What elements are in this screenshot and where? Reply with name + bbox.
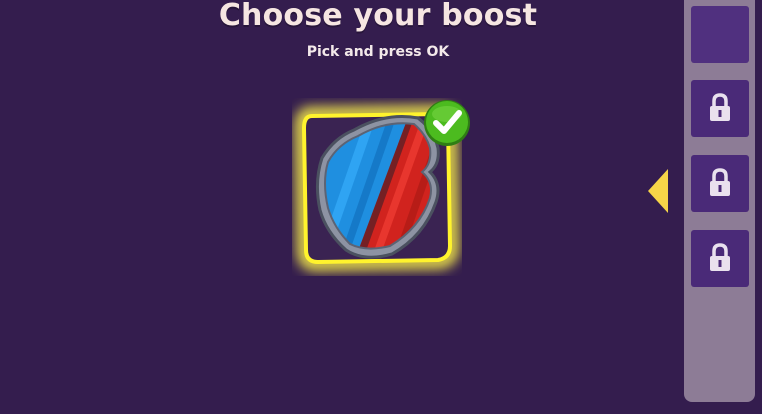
boost-option-shield[interactable] bbox=[294, 100, 470, 272]
lock-icon bbox=[710, 168, 730, 196]
boost-slot-3-locked[interactable] bbox=[691, 155, 749, 212]
boost-slot-4-locked[interactable] bbox=[691, 230, 749, 287]
arrow-left-icon[interactable] bbox=[646, 167, 670, 215]
page-title: Choose your boost bbox=[218, 0, 538, 33]
lock-icon bbox=[710, 93, 730, 121]
page-subtitle: Pick and press OK bbox=[306, 44, 450, 60]
boost-selection-screen: Choose your boost Pick and press OK bbox=[0, 0, 762, 414]
boost-slot-2-locked[interactable] bbox=[691, 80, 749, 137]
boost-slot-1[interactable] bbox=[691, 6, 749, 63]
lock-icon bbox=[710, 243, 730, 271]
checkmark-icon bbox=[424, 100, 470, 146]
